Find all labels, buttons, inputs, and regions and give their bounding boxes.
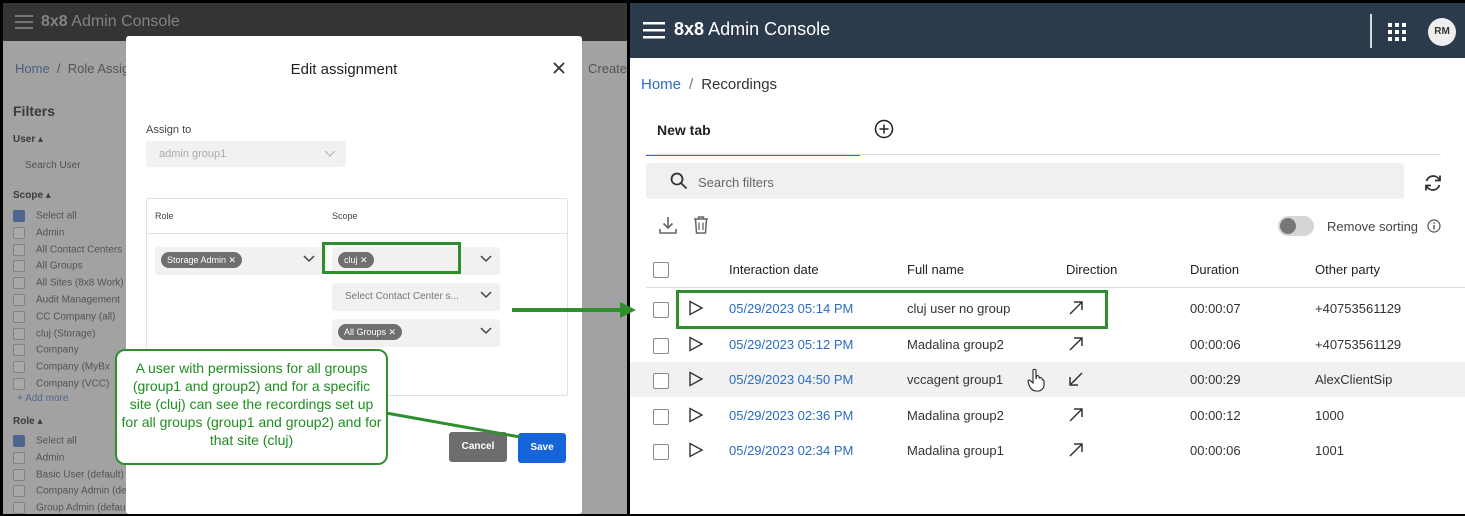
duration-cell: 00:00:29 [1190, 372, 1241, 387]
row-checkbox[interactable] [653, 302, 669, 318]
column-direction[interactable]: Direction [1066, 262, 1117, 277]
interaction-date-link[interactable]: 05/29/2023 02:34 PM [729, 443, 853, 458]
row-checkbox[interactable] [653, 444, 669, 460]
select-all-checkbox[interactable] [653, 262, 669, 278]
table-row[interactable]: 05/29/2023 02:36 PM Madalina group2 00:00:… [630, 398, 1465, 433]
full-name-cell: Madalina group2 [907, 336, 1004, 352]
table-row[interactable]: 05/29/2023 04:50 PM vccagent group1 00:00:… [630, 362, 1465, 397]
play-icon[interactable] [688, 406, 704, 423]
column-full-name[interactable]: Full name [907, 262, 964, 277]
delete-icon[interactable] [692, 215, 710, 235]
duration-cell: 00:00:06 [1190, 336, 1241, 352]
incoming-direction-icon [1069, 372, 1083, 386]
breadcrumb-current: Recordings [701, 76, 778, 93]
apps-grid-icon[interactable] [1388, 23, 1406, 41]
annotation-callout: A user with permissions for all groups (… [115, 349, 388, 465]
search-icon [670, 172, 688, 190]
row-checkbox[interactable] [653, 373, 669, 389]
breadcrumb: Home / Recordings [641, 76, 778, 93]
remove-sorting-label: Remove sorting [1327, 219, 1419, 234]
full-name-cell: Madalina group1 [907, 443, 1004, 458]
other-party-cell: 1000 [1315, 407, 1344, 423]
interaction-date-link[interactable]: 05/29/2023 04:50 PM [729, 372, 853, 387]
app-topbar: 8x8 Admin Console RM [630, 3, 1465, 58]
interaction-date-link[interactable]: 05/29/2023 02:36 PM [729, 408, 853, 423]
full-name-cell: vccagent group1 [907, 372, 1004, 387]
menu-icon[interactable] [643, 22, 665, 39]
duration-cell: 00:00:12 [1190, 407, 1241, 423]
play-icon[interactable] [688, 335, 704, 352]
other-party-cell: 1001 [1315, 443, 1344, 458]
app-brand: 8x8 Admin Console [674, 19, 831, 39]
interaction-date-link[interactable]: 05/29/2023 05:12 PM [729, 337, 853, 352]
row-checkbox[interactable] [653, 408, 669, 425]
search-filters-bar[interactable] [646, 163, 1404, 199]
search-filters-input[interactable] [696, 171, 1300, 193]
duration-cell: 00:00:07 [1190, 301, 1241, 316]
tab-new-tab[interactable]: New tab [646, 116, 860, 156]
green-arrow-icon [512, 302, 636, 318]
other-party-cell: +40753561129 [1315, 336, 1402, 352]
download-icon[interactable] [658, 215, 678, 235]
outgoing-direction-icon [1069, 443, 1083, 457]
outgoing-direction-icon [1069, 336, 1083, 351]
row-checkbox[interactable] [653, 337, 669, 354]
user-avatar[interactable]: RM [1428, 18, 1456, 46]
other-party-cell: AlexClientSip [1315, 372, 1393, 387]
column-interaction-date[interactable]: Interaction date [729, 262, 819, 277]
play-icon[interactable] [688, 442, 704, 458]
info-icon[interactable] [1427, 219, 1441, 233]
play-icon[interactable] [688, 371, 704, 387]
add-tab-icon[interactable] [874, 119, 894, 139]
column-other-party[interactable]: Other party [1315, 262, 1380, 277]
duration-cell: 00:00:06 [1190, 443, 1241, 458]
row-highlight-box [676, 290, 1108, 329]
outgoing-direction-icon [1069, 407, 1083, 422]
breadcrumb-home-link[interactable]: Home [641, 76, 681, 93]
refresh-icon[interactable] [1423, 173, 1443, 193]
full-name-cell: Madalina group2 [907, 407, 1004, 423]
other-party-cell: +40753561129 [1315, 301, 1402, 316]
table-row[interactable]: 05/29/2023 05:12 PM Madalina group2 00:00:… [630, 327, 1465, 362]
remove-sorting-toggle[interactable] [1278, 216, 1314, 236]
recordings-screen: 8x8 Admin Console RM Home / Recordings New… [630, 3, 1465, 514]
table-row[interactable]: 05/29/2023 02:34 PM Madalina group1 00:00:… [630, 433, 1465, 468]
column-duration[interactable]: Duration [1190, 262, 1239, 277]
hand-cursor-icon [1027, 368, 1045, 392]
